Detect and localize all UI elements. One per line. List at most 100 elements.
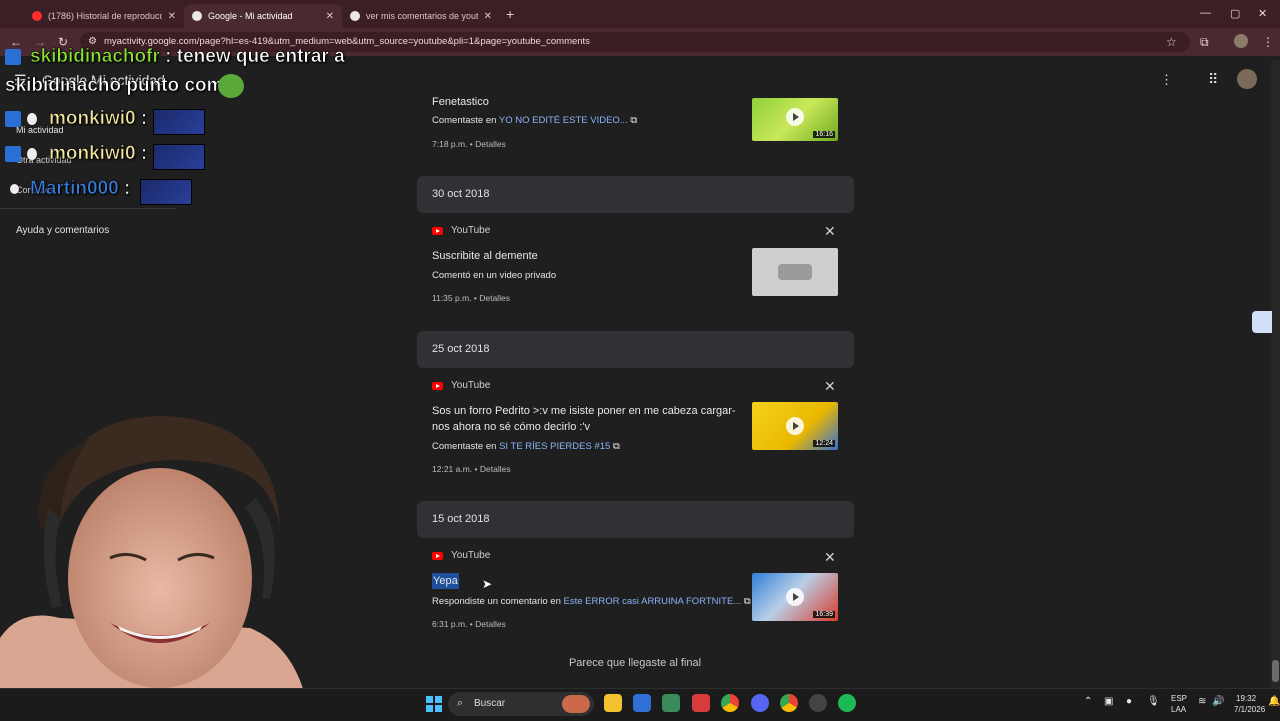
private-video-thumbnail[interactable] xyxy=(752,248,838,296)
store-icon[interactable] xyxy=(662,694,680,712)
tab-title: (1786) Historial de reproducción xyxy=(48,11,162,21)
chat-message: : tenew que entrar a xyxy=(165,46,345,68)
comment-meta: Comentaste en SI TE RÍES PIERDES #15 ⧉ xyxy=(432,441,620,452)
play-icon xyxy=(786,417,804,435)
spotify-icon[interactable] xyxy=(838,694,856,712)
mouse-cursor-icon: ➤ xyxy=(482,577,493,591)
meta-prefix: Comentaste en xyxy=(432,115,497,126)
account-avatar[interactable] xyxy=(1237,69,1257,89)
microphone-icon[interactable]: 🎙 xyxy=(1147,696,1160,707)
back-icon[interactable]: ← xyxy=(10,35,22,49)
taskbar-search-label: Buscar xyxy=(474,698,506,709)
chrome-icon[interactable] xyxy=(721,694,739,712)
scrollbar-thumb[interactable] xyxy=(1272,660,1279,682)
close-window-button[interactable]: ✕ xyxy=(1258,7,1267,20)
play-icon xyxy=(786,588,804,606)
chat-line: Martin000 : xyxy=(30,178,131,200)
sidebar-divider xyxy=(0,208,176,209)
comment-meta: Comentó en un video privado xyxy=(432,270,557,281)
sidebar-item-help[interactable]: Ayuda y comentarios xyxy=(16,225,109,236)
voice-input-icon[interactable] xyxy=(1252,311,1272,333)
activity-time[interactable]: 11:35 p.m. • Detalles xyxy=(432,293,510,303)
tray-chevron-icon[interactable]: ⌃ xyxy=(1084,696,1092,707)
close-tab-icon[interactable]: ✕ xyxy=(484,11,492,22)
file-explorer-icon[interactable] xyxy=(604,694,622,712)
windows-start-icon[interactable] xyxy=(426,696,442,712)
external-link-icon: ⧉ xyxy=(610,441,620,452)
minimize-button[interactable]: — xyxy=(1200,7,1211,19)
language-code[interactable]: ESP xyxy=(1171,694,1187,703)
clock-date[interactable]: 7/1/2026 xyxy=(1234,705,1265,714)
tab-history[interactable]: (1786) Historial de reproducción ✕ xyxy=(24,4,184,28)
source-label: YouTube xyxy=(432,550,490,561)
source-name: YouTube xyxy=(451,225,491,236)
page-scrollbar[interactable] xyxy=(1271,60,1280,688)
tab-mi-actividad[interactable]: Google - Mi actividad ✕ xyxy=(184,4,342,28)
chat-line: monkiwi0 : xyxy=(49,108,148,130)
apps-grid-icon[interactable]: ⠿ xyxy=(1208,71,1218,88)
external-link-icon: ⧉ xyxy=(627,115,638,126)
bookmark-star-icon[interactable]: ☆ xyxy=(1166,35,1177,49)
chat-emote-icon xyxy=(140,179,192,205)
face-shape xyxy=(68,468,252,688)
activity-time[interactable]: 6:31 p.m. • Detalles xyxy=(432,619,506,629)
chrome-icon[interactable] xyxy=(780,694,798,712)
webcam-overlay xyxy=(0,416,310,720)
video-link[interactable]: YO NO EDITÉ ESTE VIDEO... xyxy=(499,115,628,126)
new-tab-button[interactable]: + xyxy=(506,6,514,22)
tab-title: Google - Mi actividad xyxy=(208,11,293,21)
meta-prefix: Respondiste un comentario en xyxy=(432,596,561,607)
search-icon: ⌕ xyxy=(457,697,464,709)
delete-activity-icon[interactable]: ✕ xyxy=(824,223,836,240)
chat-emote-icon xyxy=(153,109,205,135)
chat-line: monkiwi0 : xyxy=(49,143,148,165)
source-label: YouTube xyxy=(432,380,490,391)
video-duration: 12:24 xyxy=(813,440,835,447)
keyboard-layout[interactable]: LAA xyxy=(1171,705,1186,714)
chat-message: : xyxy=(140,143,148,165)
browser-menu-icon[interactable]: ⋮ xyxy=(1262,35,1274,49)
search-highlight-icon xyxy=(562,695,590,713)
maximize-button[interactable]: ▢ xyxy=(1230,7,1240,20)
taskbar-app-icon[interactable] xyxy=(692,694,710,712)
taskbar-app-icon[interactable] xyxy=(633,694,651,712)
activity-time[interactable]: 12:21 a.m. • Detalles xyxy=(432,464,511,474)
chat-emote-icon xyxy=(153,144,205,170)
more-options-icon[interactable]: ⋮ xyxy=(1160,72,1173,88)
chat-username: skibidinachofr xyxy=(30,46,160,68)
video-thumbnail[interactable]: 12:24 xyxy=(752,402,838,450)
video-link[interactable]: SI TE RÍES PIERDES #15 xyxy=(499,441,610,452)
comment-meta: Comentaste en YO NO EDITÉ ESTE VIDEO... … xyxy=(432,115,637,126)
chat-badge-icon xyxy=(5,146,21,162)
tray-app-icon[interactable]: ● xyxy=(1126,696,1132,707)
chat-badge-icon xyxy=(5,49,21,65)
video-thumbnail[interactable]: 16:39 xyxy=(752,573,838,621)
chat-message: : xyxy=(123,178,131,200)
notification-bell-icon[interactable]: 🔔 xyxy=(1268,696,1280,707)
wifi-icon[interactable]: ≋ xyxy=(1198,696,1206,707)
tab-comments-search[interactable]: ver mis comentarios de youtube ✕ xyxy=(342,4,500,28)
delete-activity-icon[interactable]: ✕ xyxy=(824,549,836,566)
google-favicon-icon xyxy=(350,11,360,21)
chat-username: monkiwi0 xyxy=(49,108,136,130)
tab-title: ver mis comentarios de youtube xyxy=(366,11,478,21)
close-tab-icon[interactable]: ✕ xyxy=(326,11,334,22)
chat-username: Martin000 xyxy=(30,178,119,200)
obs-icon[interactable] xyxy=(809,694,827,712)
discord-icon[interactable] xyxy=(751,694,769,712)
volume-icon[interactable]: 🔊 xyxy=(1212,696,1224,707)
google-favicon-icon xyxy=(192,11,202,21)
close-tab-icon[interactable]: ✕ xyxy=(168,11,176,22)
video-link[interactable]: Este ERROR casi ARRUINA FORTNITE... xyxy=(564,596,742,607)
clock-time[interactable]: 19:32 xyxy=(1236,694,1256,703)
tray-app-icon[interactable]: ▣ xyxy=(1104,696,1113,707)
date-header: 30 oct 2018 xyxy=(417,176,854,213)
chat-message: : xyxy=(140,108,148,130)
activity-time[interactable]: 7:18 p.m. • Detalles xyxy=(432,139,506,149)
video-thumbnail[interactable]: 16:16 xyxy=(752,98,838,141)
profile-avatar[interactable] xyxy=(1234,34,1248,48)
youtube-logo-icon xyxy=(432,226,443,235)
extensions-icon[interactable]: ⧉ xyxy=(1200,35,1209,50)
video-duration: 16:16 xyxy=(813,131,835,138)
delete-activity-icon[interactable]: ✕ xyxy=(824,378,836,395)
